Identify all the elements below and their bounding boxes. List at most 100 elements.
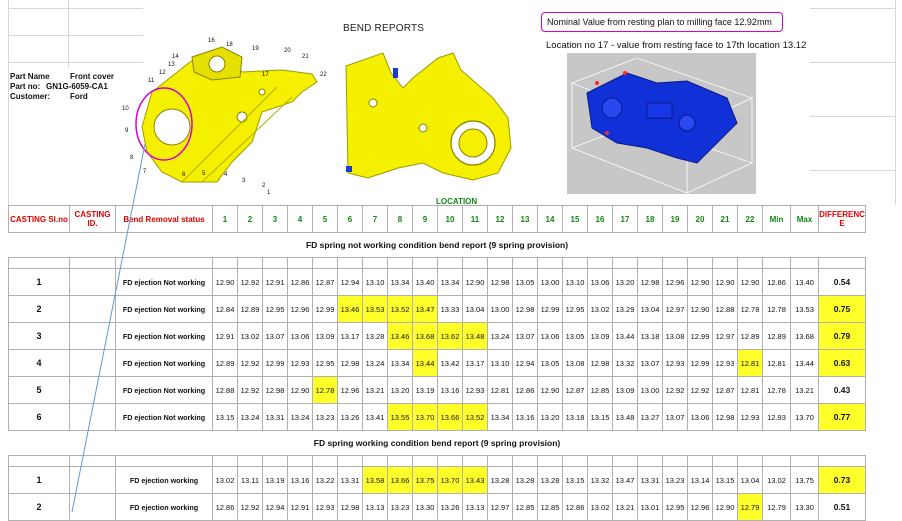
table-body: FD spring not working condition bend rep… — [8, 232, 866, 521]
spacer-cell — [362, 455, 388, 467]
customer-row: Customer: Ford — [10, 92, 114, 102]
location-value-cell: 13.26 — [337, 403, 363, 431]
header-location-18: 18 — [637, 205, 663, 233]
location-value-cell: 13.31 — [637, 466, 663, 494]
part-no-value: GN1G-6059-CA1 — [46, 82, 108, 91]
spacer-cell — [8, 257, 70, 269]
location-value-cell: 12.86 — [212, 493, 238, 521]
location-value-cell: 13.06 — [687, 403, 713, 431]
spacer-cell — [287, 257, 313, 269]
location-value-cell: 13.70 — [437, 466, 463, 494]
location-value-cell: 13.14 — [687, 466, 713, 494]
header-location-13: 13 — [512, 205, 538, 233]
spacer-cell — [237, 455, 263, 467]
location-value-cell: 12.98 — [337, 493, 363, 521]
table-row: 1 FD ejection Not working 12.90 12.92 12.91 1… — [8, 268, 866, 296]
location-value-cell: 12.81 — [737, 349, 763, 377]
min-cell: 12.81 — [762, 349, 791, 377]
location-value-cell: 12.91 — [287, 493, 313, 521]
location-value-cell: 13.05 — [537, 349, 563, 377]
location-value-cell: 13.23 — [662, 466, 688, 494]
location-value-cell: 13.10 — [487, 349, 513, 377]
header-location-3: 3 — [262, 205, 288, 233]
table-row: 6 FD ejection Not working 13.15 13.24 13.31 1… — [8, 403, 866, 431]
location-value-cell: 13.08 — [562, 349, 588, 377]
location-value-cell: 13.15 — [562, 466, 588, 494]
customer-value: Ford — [70, 92, 88, 101]
location-value-cell: 12.90 — [712, 493, 738, 521]
location-value-cell: 12.81 — [487, 376, 513, 404]
spacer-cell — [437, 257, 463, 269]
location-value-cell: 13.02 — [587, 493, 613, 521]
drawing-label-10: 10 — [122, 106, 129, 112]
spacer-cell — [115, 257, 213, 269]
spacer-cell — [637, 257, 663, 269]
location-value-cell: 12.86 — [512, 376, 538, 404]
drawing-label-13: 13 — [168, 62, 175, 68]
location-value-cell: 13.13 — [362, 493, 388, 521]
header-location-16: 16 — [587, 205, 613, 233]
location-value-cell: 12.98 — [712, 403, 738, 431]
spacer-cell — [587, 257, 613, 269]
location-value-cell: 13.55 — [387, 403, 413, 431]
spacer-cell — [69, 455, 116, 467]
location-value-cell: 12.88 — [212, 376, 238, 404]
location-value-cell: 13.27 — [637, 403, 663, 431]
location-value-cell: 13.01 — [637, 493, 663, 521]
location-value-cell: 13.08 — [662, 322, 688, 350]
spacer-cell — [662, 455, 688, 467]
location-value-cell: 13.00 — [487, 295, 513, 323]
location-value-cell: 12.96 — [287, 295, 313, 323]
min-cell: 12.93 — [762, 403, 791, 431]
location-value-cell: 12.87 — [562, 376, 588, 404]
casting-sl-cell: 5 — [8, 376, 70, 404]
location-value-cell: 13.17 — [337, 322, 363, 350]
spacer-cell — [687, 257, 713, 269]
location-value-cell: 12.92 — [237, 376, 263, 404]
table-row: 1 FD ejection working 13.02 13.11 13.19 13.16… — [8, 466, 866, 494]
drawing-label-11: 11 — [148, 78, 155, 84]
location-value-cell: 13.40 — [412, 268, 438, 296]
location-value-cell: 12.97 — [662, 295, 688, 323]
location-value-cell: 12.98 — [487, 268, 513, 296]
location-value-cell: 12.84 — [212, 295, 238, 323]
header-location-19: 19 — [662, 205, 688, 233]
location-value-cell: 13.04 — [637, 295, 663, 323]
difference-cell: 0.63 — [818, 349, 866, 377]
location-value-cell: 13.46 — [387, 322, 413, 350]
location-value-cell: 12.98 — [262, 376, 288, 404]
location-value-cell: 13.53 — [362, 295, 388, 323]
drawing-label-2: 2 — [262, 183, 266, 189]
spacer-cell — [587, 455, 613, 467]
max-cell: 13.21 — [790, 376, 819, 404]
spacer-cell — [537, 257, 563, 269]
max-cell: 13.75 — [790, 466, 819, 494]
casting-sl-cell: 6 — [8, 403, 70, 431]
location-value-cell: 13.15 — [587, 403, 613, 431]
report-title: BEND REPORTS — [343, 23, 425, 34]
status-cell: FD ejection Not working — [115, 349, 213, 377]
drawing-label-19: 19 — [252, 46, 259, 52]
table-row: 4 FD ejection Not working 12.89 12.92 12.99 1… — [8, 349, 866, 377]
header-min: Min — [762, 205, 791, 233]
location-value-cell: 12.86 — [287, 268, 313, 296]
spacer-cell — [737, 257, 763, 269]
header-casting-id: CASTING ID. — [69, 205, 116, 233]
location-value-cell: 12.90 — [287, 376, 313, 404]
casting-id-cell — [69, 466, 116, 494]
location-value-cell: 13.20 — [612, 268, 638, 296]
location-value-cell: 13.06 — [587, 268, 613, 296]
location-value-cell: 12.90 — [537, 376, 563, 404]
location-value-cell: 12.98 — [337, 349, 363, 377]
location-value-cell: 12.90 — [462, 268, 488, 296]
location-value-cell: 12.92 — [237, 268, 263, 296]
table-row: 2 FD ejection working 12.86 12.92 12.94 12.91… — [8, 493, 866, 521]
spacer-cell — [412, 257, 438, 269]
drawing-label-22: 22 — [320, 72, 327, 78]
location-value-cell: 13.42 — [437, 349, 463, 377]
header-location-20: 20 — [687, 205, 713, 233]
header-location-2: 2 — [237, 205, 263, 233]
location-value-cell: 13.48 — [462, 322, 488, 350]
header-max: Max — [790, 205, 819, 233]
header-location-12: 12 — [487, 205, 513, 233]
